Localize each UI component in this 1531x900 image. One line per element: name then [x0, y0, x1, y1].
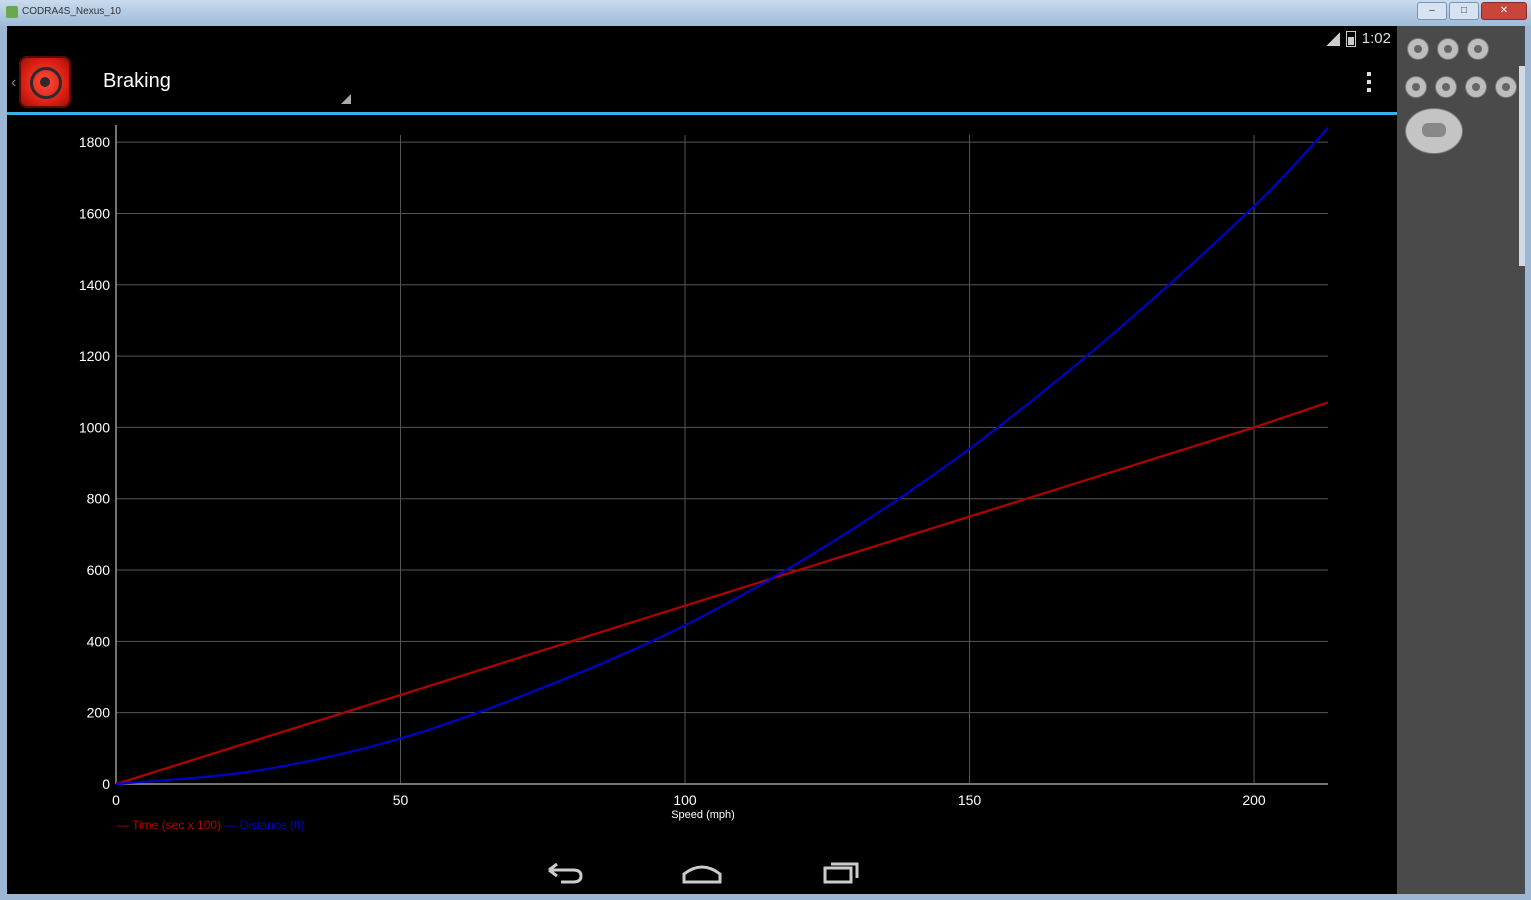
window-titlebar: CODRA4S_Nexus_10 – □ ✕	[0, 0, 1531, 26]
volume-down-icon[interactable]	[1437, 38, 1459, 60]
braking-chart: 0 200 400 600 800 1000 1200 1400 1600 1800 0 50 100 1…	[7, 115, 1397, 855]
emulator-app-icon	[6, 6, 18, 18]
y-tick-label: 600	[87, 562, 111, 578]
action-bar: ‹ Braking	[7, 52, 1397, 115]
search-hw-button-icon[interactable]	[1495, 76, 1517, 98]
up-caret-icon[interactable]: ‹	[11, 74, 16, 92]
home-icon[interactable]	[680, 856, 724, 888]
window-frame-right	[1525, 26, 1531, 900]
back-icon[interactable]	[541, 856, 585, 888]
volume-up-icon[interactable]	[1467, 38, 1489, 60]
recent-apps-icon[interactable]	[819, 856, 863, 888]
legend-time-label: Time (sec x 100)	[132, 818, 222, 832]
x-tick-label: 200	[1242, 792, 1266, 808]
y-tick-label: 1800	[79, 134, 110, 150]
system-nav-bar	[7, 850, 1397, 894]
status-bar: 1:02	[7, 26, 1397, 52]
x-tick-label: 100	[673, 792, 697, 808]
y-tick-label: 1000	[79, 419, 110, 435]
window-frame-bottom	[0, 894, 1531, 900]
back-hw-button-icon[interactable]	[1465, 76, 1487, 98]
legend-distance-label: Distance (ft)	[239, 818, 305, 832]
x-tick-label: 50	[393, 792, 409, 808]
menu-hw-button-icon[interactable]	[1435, 76, 1457, 98]
y-tick-label: 1400	[79, 277, 110, 293]
emulator-controls-panel	[1397, 26, 1525, 894]
window-controls: – □ ✕	[1417, 2, 1527, 20]
series-distance-line	[115, 127, 1329, 786]
series-time-line	[115, 401, 1329, 786]
signal-icon	[1325, 31, 1340, 46]
window-title: CODRA4S_Nexus_10	[22, 6, 121, 17]
device-screen: 1:02 ‹ Braking 0 200 400 600 800 1000 1200 1400…	[7, 26, 1397, 894]
y-tick-label: 800	[87, 491, 111, 507]
minimize-button[interactable]: –	[1417, 2, 1447, 20]
chart-legend: — Time (sec x 100) — Distance (ft)	[117, 818, 304, 832]
x-axis-label: Speed (mph)	[671, 809, 735, 821]
y-tick-label: 1600	[79, 205, 110, 221]
x-tick-label: 0	[112, 792, 120, 808]
maximize-button[interactable]: □	[1449, 2, 1479, 20]
steering-wheel-app-icon[interactable]	[19, 56, 71, 108]
status-icons: 1:02	[1325, 30, 1391, 47]
legend-time-marker: —	[117, 818, 133, 832]
window-frame-left	[0, 26, 7, 900]
x-tick-label: 150	[958, 792, 982, 808]
chart-svg: 0 200 400 600 800 1000 1200 1400 1600 1800 0 50 100 1…	[79, 125, 1329, 821]
y-tick-label: 400	[87, 633, 111, 649]
status-time: 1:02	[1361, 30, 1391, 47]
spinner-dropdown-icon[interactable]	[341, 94, 351, 104]
power-button-icon[interactable]	[1407, 38, 1429, 60]
y-tick-label: 0	[102, 776, 110, 792]
dpad-icon[interactable]	[1405, 108, 1463, 154]
y-tick-label: 1200	[79, 348, 110, 364]
overflow-menu-icon[interactable]	[1367, 72, 1371, 92]
wheel-hub	[40, 77, 50, 87]
panel-scrollbar[interactable]	[1519, 66, 1525, 266]
navigation-spinner-title[interactable]: Braking	[103, 70, 171, 93]
legend-distance-marker: —	[224, 818, 240, 832]
y-tick-label: 200	[87, 705, 111, 721]
battery-icon	[1345, 30, 1356, 47]
home-hw-button-icon[interactable]	[1405, 76, 1427, 98]
close-button[interactable]: ✕	[1481, 2, 1527, 20]
